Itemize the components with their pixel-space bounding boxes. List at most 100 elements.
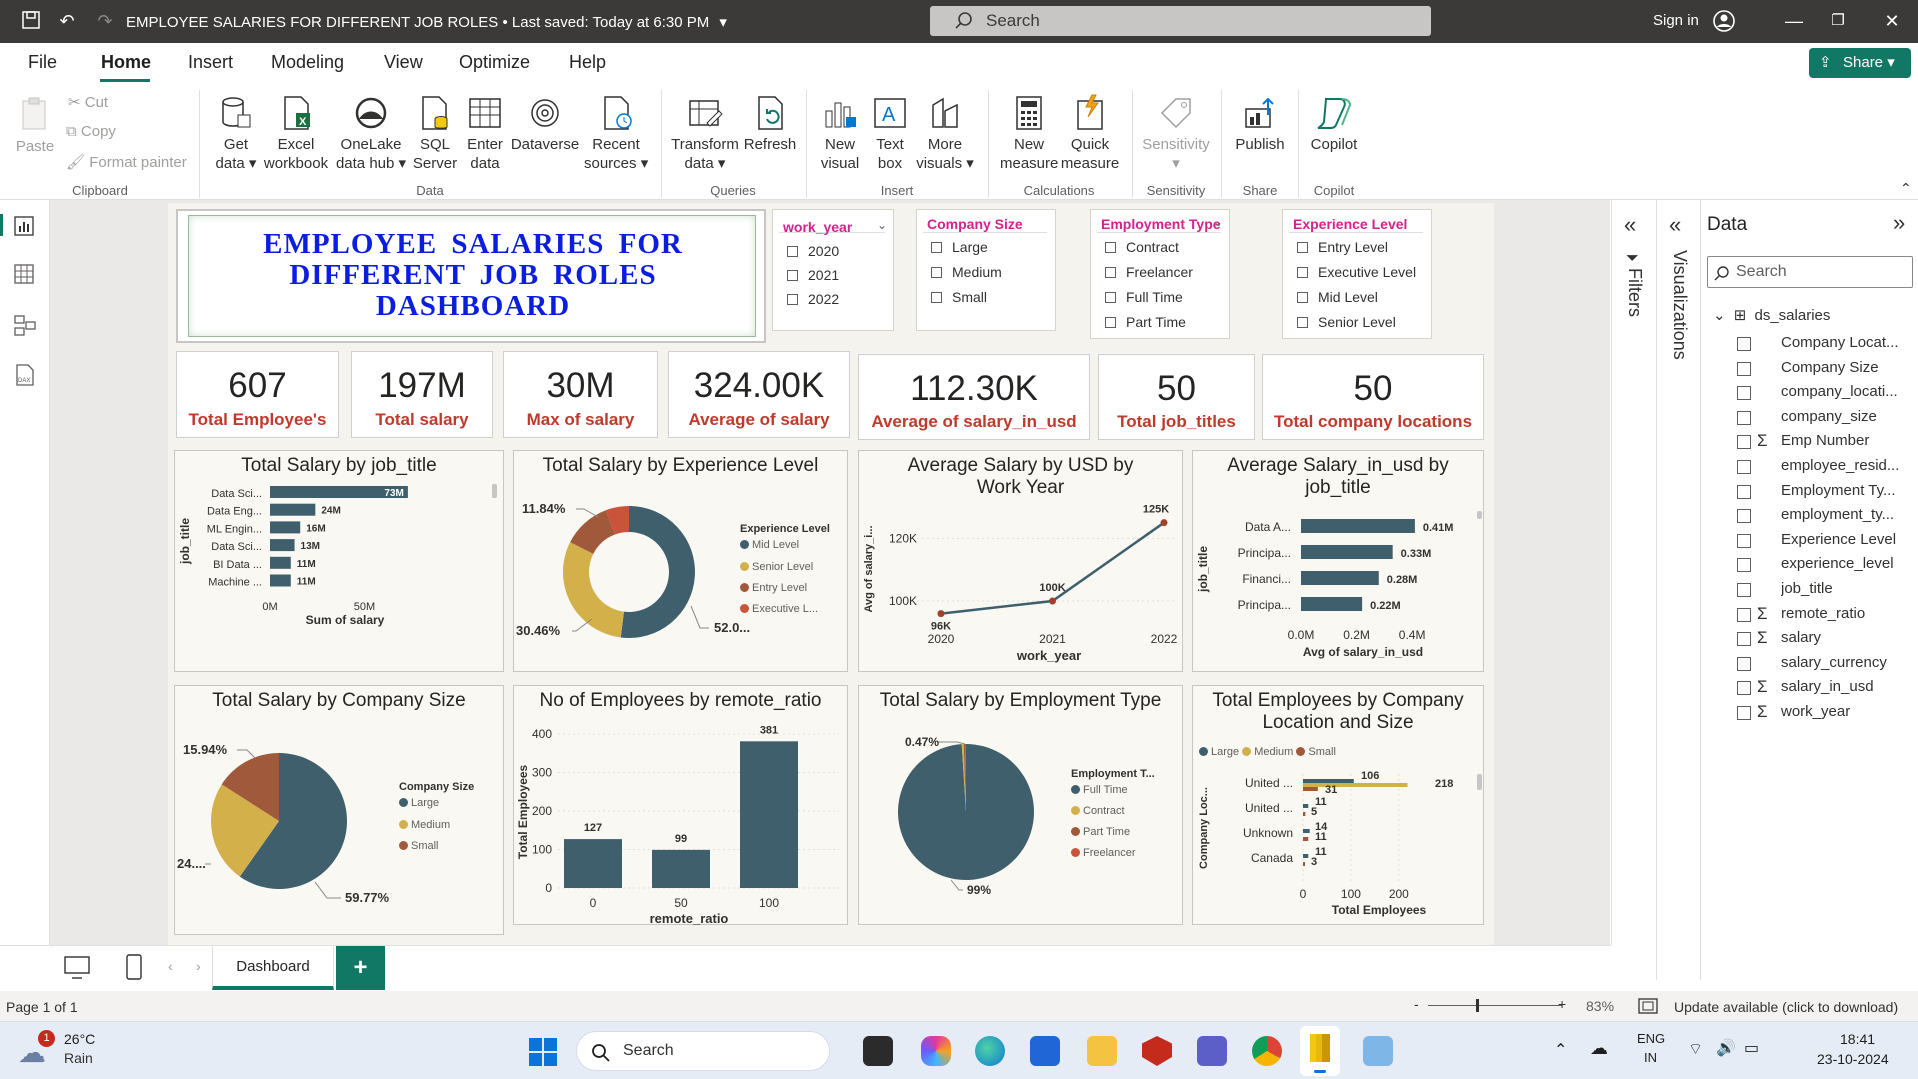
checkbox[interactable] bbox=[1297, 242, 1308, 253]
minimize-icon[interactable]: — bbox=[1783, 10, 1805, 32]
zoom-in-icon[interactable]: + bbox=[1558, 996, 1566, 1012]
mobile-layout-icon[interactable] bbox=[126, 954, 142, 980]
checkbox[interactable] bbox=[787, 270, 798, 281]
slicer-option-entry-level[interactable]: Entry Level bbox=[1297, 239, 1388, 255]
field-checkbox[interactable] bbox=[1737, 361, 1751, 376]
slicer-option-freelancer[interactable]: Freelancer bbox=[1105, 264, 1193, 280]
slicer-company-size[interactable]: Company Size Large Medium Small bbox=[916, 209, 1056, 331]
legend-item[interactable]: Small bbox=[399, 840, 474, 852]
add-page-button[interactable]: + bbox=[336, 946, 385, 990]
clock-time[interactable]: 18:41 bbox=[1840, 1031, 1875, 1047]
legend-item[interactable]: Medium bbox=[399, 819, 474, 831]
slicer-option-small[interactable]: Small bbox=[931, 289, 987, 305]
visualizations-pane[interactable]: « Visualizations bbox=[1656, 200, 1700, 980]
more-visuals-button[interactable]: More visuals ▾ bbox=[915, 93, 975, 173]
desktop-layout-icon[interactable] bbox=[64, 956, 90, 980]
slicer-option-large[interactable]: Large bbox=[931, 239, 988, 255]
chart-avg-salary-by-year[interactable]: Average Salary by USD by Work Year 100K 1… bbox=[858, 450, 1183, 672]
expand-filters-icon[interactable]: « bbox=[1624, 212, 1636, 238]
field-checkbox[interactable] bbox=[1737, 386, 1751, 401]
filters-pane[interactable]: « ⏷ Filters bbox=[1611, 200, 1655, 945]
volume-icon[interactable]: 🔊 bbox=[1716, 1038, 1736, 1058]
text-box-button[interactable]: A Text box bbox=[868, 93, 912, 173]
start-icon[interactable] bbox=[528, 1037, 558, 1067]
checkbox[interactable] bbox=[1297, 317, 1308, 328]
legend-item[interactable]: Contract bbox=[1071, 805, 1155, 817]
field-checkbox[interactable] bbox=[1737, 435, 1751, 450]
kpi-total-job-titles[interactable]: 50 Total job_titles bbox=[1098, 354, 1255, 440]
slicer-experience-level[interactable]: Experience Level Entry Level Executive L… bbox=[1282, 209, 1432, 339]
legend-item[interactable]: Full Time bbox=[1071, 784, 1155, 796]
sensitivity-button[interactable]: Sensitivity ▾ bbox=[1138, 93, 1214, 173]
slicer-work-year[interactable]: work_year ⌄ 2020 2021 2022 bbox=[772, 209, 894, 331]
dax-query-view-icon[interactable]: DAX bbox=[14, 364, 36, 386]
chrome-icon[interactable] bbox=[1252, 1036, 1282, 1066]
field-checkbox[interactable] bbox=[1737, 583, 1751, 597]
checkbox[interactable] bbox=[931, 242, 942, 253]
legend-item[interactable]: Entry Level bbox=[740, 582, 830, 594]
fit-to-page-icon[interactable] bbox=[1638, 998, 1658, 1014]
enter-data-button[interactable]: Enter data bbox=[462, 93, 508, 173]
field-checkbox[interactable] bbox=[1737, 607, 1751, 622]
slicer-option-contract[interactable]: Contract bbox=[1105, 239, 1179, 255]
legend-item[interactable]: Freelancer bbox=[1071, 847, 1155, 859]
field-checkbox[interactable] bbox=[1737, 509, 1751, 524]
kpi-total-salary[interactable]: 197M Total salary bbox=[351, 351, 493, 438]
format-painter-button[interactable]: 🖌 Format painter bbox=[66, 153, 187, 171]
chart-salary-by-job-title[interactable]: Total Salary by job_title Data Sci... 73M… bbox=[174, 450, 504, 672]
kpi-total-company-locations[interactable]: 50 Total company locations bbox=[1262, 354, 1484, 440]
slicer-option-medium[interactable]: Medium bbox=[931, 264, 1002, 280]
slicer-option-2021[interactable]: 2021 bbox=[787, 267, 839, 283]
field-checkbox[interactable] bbox=[1737, 656, 1751, 671]
cut-button[interactable]: ✂ Cut bbox=[68, 93, 108, 111]
legend-item[interactable]: Executive L... bbox=[740, 603, 830, 615]
field-checkbox[interactable] bbox=[1737, 460, 1751, 474]
field-checkbox[interactable] bbox=[1737, 558, 1751, 573]
field-checkbox[interactable] bbox=[1737, 484, 1751, 499]
checkbox[interactable] bbox=[1105, 317, 1116, 328]
field-checkbox[interactable] bbox=[1737, 337, 1751, 351]
data-search-input[interactable]: Search bbox=[1707, 256, 1913, 288]
zoom-slider-thumb[interactable] bbox=[1476, 999, 1479, 1012]
document-title[interactable]: EMPLOYEE SALARIES FOR DIFFERENT JOB ROLE… bbox=[126, 13, 727, 31]
checkbox[interactable] bbox=[1105, 242, 1116, 253]
zoom-slider-track[interactable] bbox=[1428, 1005, 1562, 1006]
onelake-data-hub-button[interactable]: OneLake data hub ▾ bbox=[333, 93, 409, 173]
legend-item[interactable]: Part Time bbox=[1071, 826, 1155, 838]
transform-data-button[interactable]: Transform data ▾ bbox=[670, 93, 740, 173]
slicer-option-2020[interactable]: 2020 bbox=[787, 243, 839, 259]
teams-icon[interactable] bbox=[1197, 1036, 1227, 1066]
update-available-link[interactable]: Update available (click to download) bbox=[1674, 999, 1898, 1015]
menu-insert[interactable]: Insert bbox=[188, 52, 233, 73]
checkbox[interactable] bbox=[1105, 292, 1116, 303]
field-checkbox[interactable] bbox=[1737, 681, 1751, 696]
chart-employees-by-location-size[interactable]: Total Employees by Company Location and … bbox=[1192, 685, 1484, 925]
dataverse-button[interactable]: Dataverse bbox=[510, 93, 580, 154]
publish-button[interactable]: Publish bbox=[1230, 93, 1290, 154]
mcafee-icon[interactable] bbox=[1142, 1036, 1172, 1066]
legend-item[interactable]: Senior Level bbox=[740, 561, 830, 573]
dashboard-title-card[interactable]: EMPLOYEE SALARIES FOR DIFFERENT JOB ROLE… bbox=[176, 209, 766, 343]
checkbox[interactable] bbox=[1297, 267, 1308, 278]
copilot-button[interactable]: Copilot bbox=[1304, 93, 1364, 154]
legend-item[interactable]: Large bbox=[399, 797, 474, 809]
account-icon[interactable] bbox=[1712, 9, 1735, 32]
recent-sources-button[interactable]: Recent sources ▾ bbox=[584, 93, 648, 173]
slicer-option-executive-level[interactable]: Executive Level bbox=[1297, 264, 1416, 280]
sql-server-button[interactable]: SQL Server bbox=[412, 93, 458, 173]
sign-in-button[interactable]: Sign in bbox=[1653, 12, 1699, 29]
checkbox[interactable] bbox=[1105, 267, 1116, 278]
checkbox[interactable] bbox=[931, 267, 942, 278]
clock-date[interactable]: 23-10-2024 bbox=[1817, 1051, 1889, 1067]
chart-employees-by-remote-ratio[interactable]: No of Employees by remote_ratio 0 100 200 3… bbox=[513, 685, 848, 926]
weather-widget[interactable]: ☁ 1 bbox=[18, 1030, 58, 1070]
get-data-button[interactable]: Get data ▾ bbox=[208, 93, 264, 173]
share-button[interactable]: ⇪ Share ▾ bbox=[1809, 48, 1911, 78]
field-checkbox[interactable] bbox=[1737, 410, 1751, 425]
kpi-total-employees[interactable]: 607 Total Employee's bbox=[176, 351, 339, 438]
new-measure-button[interactable]: New measure bbox=[1000, 93, 1058, 173]
checkbox[interactable] bbox=[1297, 292, 1308, 303]
zoom-level[interactable]: 83% bbox=[1586, 998, 1614, 1014]
powerbi-taskbar-active[interactable] bbox=[1300, 1026, 1340, 1076]
kpi-max-salary[interactable]: 30M Max of salary bbox=[503, 351, 658, 438]
